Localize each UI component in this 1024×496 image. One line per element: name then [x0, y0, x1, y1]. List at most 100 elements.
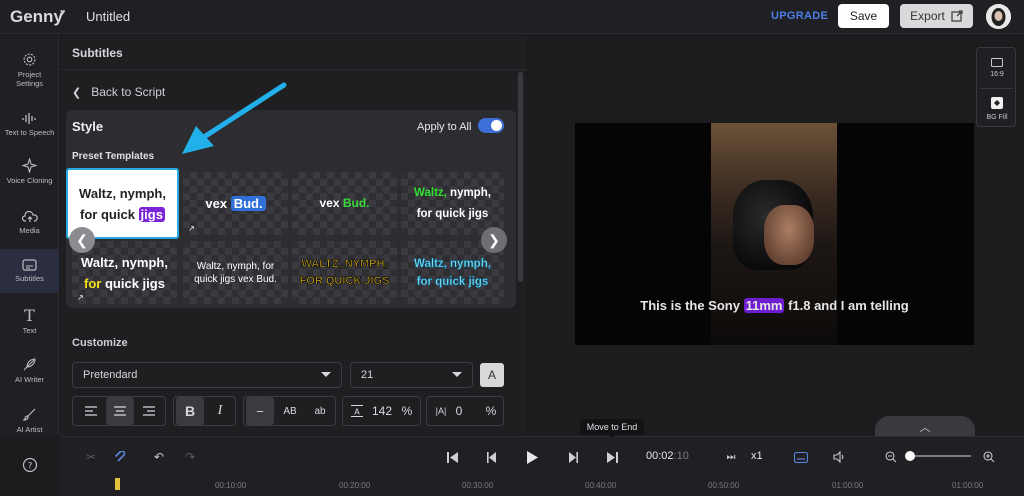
aspect-ratio-button[interactable]: 16:9	[977, 48, 1017, 88]
sidebar-item-ai-artist[interactable]: AI Artist	[0, 407, 59, 437]
sidebar-item-label: AI Artist	[16, 425, 43, 434]
subtitle-track-button[interactable]	[792, 448, 810, 466]
align-right-button[interactable]	[135, 397, 163, 425]
sidebar-item-subtitles[interactable]: Subtitles	[0, 249, 59, 293]
playhead[interactable]	[115, 478, 120, 490]
subtitles-icon	[22, 259, 37, 271]
uppercase-button[interactable]: AB	[276, 397, 304, 425]
redo-button[interactable]: ↷	[181, 448, 199, 466]
lowercase-button[interactable]: ab	[306, 397, 334, 425]
bold-button[interactable]: B	[176, 397, 204, 425]
no-case-button[interactable]: −	[246, 397, 274, 425]
logo-heart-icon: ♥	[60, 7, 66, 17]
sidebar-item-label: Subtitles	[15, 274, 44, 283]
font-family-value: Pretendard	[83, 369, 138, 381]
chevron-left-icon: ❮	[72, 86, 82, 99]
sidebar-item-project-settings[interactable]: Project Settings	[0, 52, 59, 92]
move-to-start-button[interactable]	[443, 448, 461, 466]
preset-template-2[interactable]: vex Bud. ↗	[183, 172, 288, 235]
sidebar-item-text[interactable]: T Text	[0, 307, 59, 337]
template-line: Waltz, nymph,	[414, 257, 491, 270]
save-button[interactable]: Save	[838, 4, 889, 28]
chevron-down-icon	[452, 372, 462, 377]
export-icon	[951, 10, 963, 22]
sidebar-item-label: Project Settings	[15, 70, 44, 88]
tooltip-pointer	[608, 434, 616, 438]
preset-template-7[interactable]: WALTZ, NYMPH, FOR QUICK JIGS	[292, 241, 397, 304]
sparkle-icon	[22, 158, 37, 173]
divider	[60, 69, 526, 70]
font-family-select[interactable]: Pretendard	[72, 362, 342, 388]
preset-template-3[interactable]: vex Bud.	[292, 172, 397, 235]
zoom-in-icon	[983, 451, 995, 463]
line-height-value: 142	[371, 404, 393, 418]
sidebar-item-media[interactable]: Media	[0, 210, 59, 240]
template-line: quick jigs vex Bud.	[194, 273, 277, 285]
italic-button[interactable]: I	[206, 397, 234, 425]
zoom-slider-handle[interactable]	[905, 451, 915, 461]
redo-icon: ↷	[184, 450, 196, 464]
hand-image	[764, 205, 814, 265]
zoom-out-button[interactable]	[882, 448, 900, 466]
zoom-in-button[interactable]	[980, 448, 998, 466]
align-left-button[interactable]	[77, 397, 105, 425]
magnet-icon	[114, 450, 125, 462]
timeline-bar	[60, 436, 1024, 496]
subtitle-preview[interactable]: This is the Sony 11mm f1.8 and I am tell…	[575, 298, 974, 313]
ruler-label: 00:20:00	[339, 481, 371, 490]
ruler-label: 00:30:00	[462, 481, 494, 490]
customize-label: Customize	[72, 337, 128, 349]
template-line: for quick jigs	[84, 275, 165, 291]
upgrade-link[interactable]: UPGRADE	[771, 10, 828, 22]
document-title[interactable]: Untitled	[86, 9, 130, 24]
preset-template-4[interactable]: Waltz, nymph, for quick jigs	[401, 172, 504, 235]
user-avatar[interactable]	[986, 4, 1011, 29]
zoom-slider-track[interactable]	[907, 455, 971, 457]
letter-spacing-field[interactable]: |A| 0 %	[426, 396, 504, 426]
left-sidebar: Project Settings Text to Speech Voice Cl…	[0, 35, 59, 473]
step-back-icon	[486, 451, 496, 463]
undo-button[interactable]: ↶	[150, 448, 168, 466]
ruler-label: 00:10:00	[215, 481, 247, 490]
sidebar-item-text-to-speech[interactable]: Text to Speech	[0, 112, 59, 142]
line-height-field[interactable]: A 142 %	[342, 396, 421, 426]
speed-forward-button[interactable]: ⏭	[722, 448, 740, 466]
volume-icon	[832, 451, 843, 463]
previous-frame-button[interactable]	[483, 448, 501, 466]
align-center-button[interactable]	[106, 397, 134, 425]
move-to-end-button[interactable]	[603, 448, 621, 466]
letter-spacing-unit: %	[485, 404, 497, 418]
templates-next-button[interactable]: ❯	[481, 227, 507, 253]
play-button[interactable]	[523, 448, 541, 466]
font-size-select[interactable]: 21	[350, 362, 473, 388]
app-logo[interactable]: Genny	[10, 7, 63, 27]
export-button[interactable]: Export	[900, 4, 973, 28]
preset-template-6[interactable]: Waltz, nymph, for quick jigs vex Bud.	[183, 241, 288, 304]
playback-speed[interactable]: x1	[751, 450, 763, 462]
tooltip: Move to End	[580, 419, 644, 435]
volume-button[interactable]	[830, 448, 848, 466]
templates-prev-button[interactable]: ❮	[69, 227, 95, 253]
step-forward-icon	[568, 451, 578, 463]
split-button[interactable]: ✂	[82, 448, 100, 466]
next-frame-button[interactable]	[563, 448, 581, 466]
fast-forward-icon: ⏭	[726, 451, 736, 463]
sidebar-item-ai-writer[interactable]: AI Writer	[0, 357, 59, 387]
panel-scrollbar[interactable]	[518, 72, 523, 282]
line-height-unit: %	[401, 404, 413, 418]
paint-bucket-icon	[991, 96, 1003, 109]
template-line: WALTZ, NYMPH,	[301, 257, 388, 270]
text-case-group: − AB ab	[243, 396, 336, 426]
back-to-script-link[interactable]: ❮ Back to Script	[72, 85, 165, 99]
play-icon	[527, 450, 538, 464]
collapse-timeline-button[interactable]: ︿	[875, 416, 975, 436]
subtitle-highlight: 11mm	[743, 298, 785, 313]
magnet-button[interactable]	[112, 448, 130, 466]
font-color-button[interactable]: A	[480, 363, 504, 387]
skip-end-icon	[606, 451, 618, 463]
template-line: Waltz, nymph,	[414, 186, 491, 199]
aspect-ratio-icon	[991, 58, 1003, 67]
sidebar-item-voice-cloning[interactable]: Voice Cloning	[0, 158, 59, 188]
bg-fill-button[interactable]: BG Fill	[977, 88, 1017, 128]
help-button[interactable]: ?	[0, 457, 59, 477]
